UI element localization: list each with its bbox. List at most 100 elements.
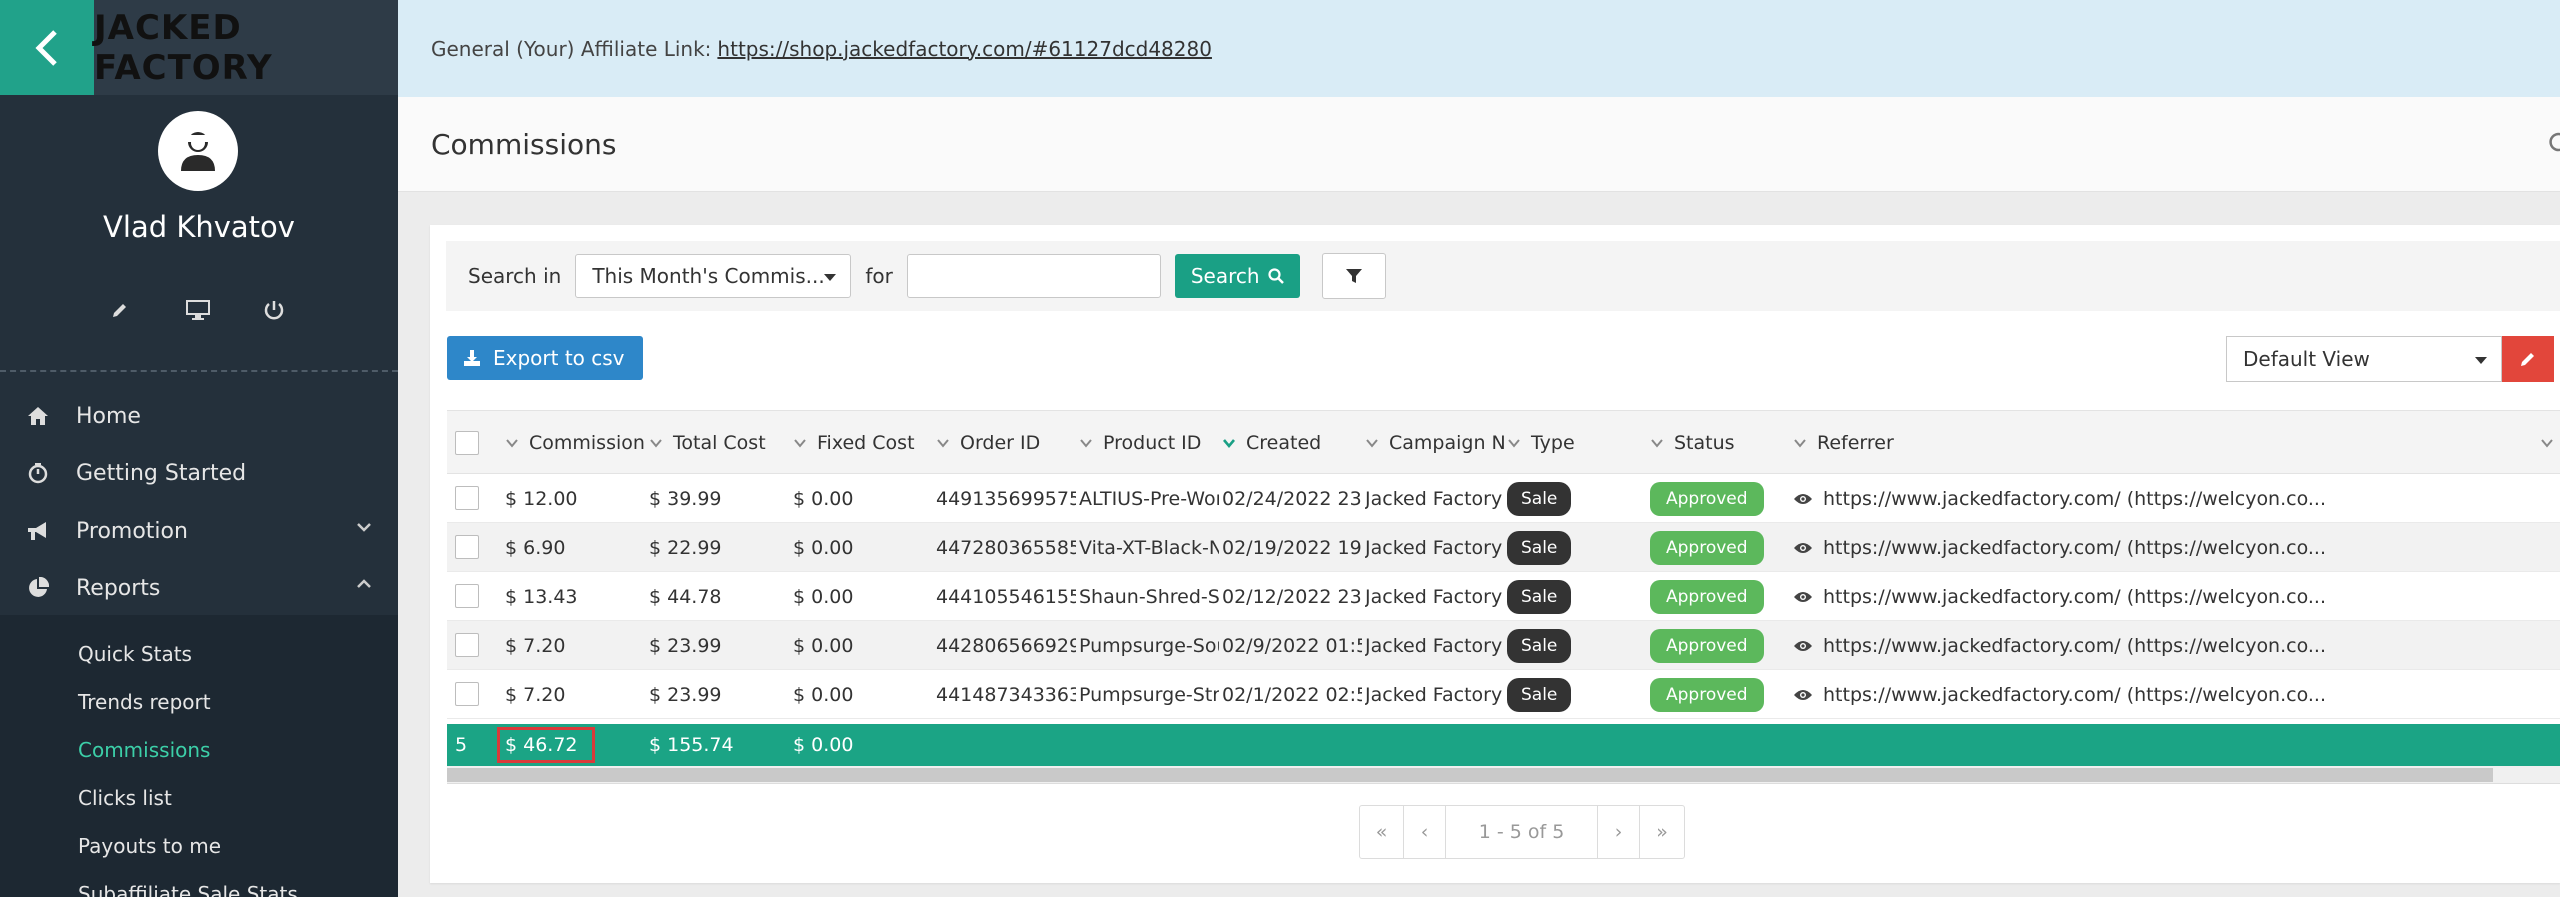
user-avatar[interactable] xyxy=(158,111,238,191)
table-row[interactable]: $ 7.20 $ 23.99 $ 0.00 4414873433635Pumpsurg… xyxy=(447,670,2560,719)
referrer-text: https://www.jackedfactory.com/ (https://… xyxy=(1823,487,2326,510)
col-status[interactable]: Status xyxy=(1650,411,1790,475)
user-icon xyxy=(181,132,215,171)
eye-icon[interactable] xyxy=(1793,688,1813,702)
col-total-cost[interactable]: Total Cost xyxy=(649,411,789,475)
refresh-icon[interactable] xyxy=(2548,131,2560,153)
export-csv-label: Export to csv xyxy=(493,346,625,370)
edit-view-button[interactable] xyxy=(2502,336,2554,382)
eye-icon[interactable] xyxy=(1793,590,1813,604)
nav-item-getting-started[interactable]: Getting Started xyxy=(0,445,398,501)
table-row[interactable]: $ 7.20 $ 23.99 $ 0.00 4428065669295Pumpsurg… xyxy=(447,621,2560,670)
sub-item-clicks-list[interactable]: Clicks list xyxy=(78,786,172,810)
desktop-button[interactable] xyxy=(183,295,213,325)
search-in-label: Search in xyxy=(468,264,562,288)
totals-fixed-cost: $ 0.00 xyxy=(793,734,854,756)
edit-profile-button[interactable] xyxy=(105,295,135,325)
view-select[interactable]: Default View xyxy=(2226,336,2502,382)
col-status-label: Status xyxy=(1674,432,1735,454)
search-button[interactable]: Search xyxy=(1174,254,1300,298)
caret-down-icon xyxy=(824,274,837,281)
pager-info: 1 - 5 of 5 xyxy=(1446,806,1598,858)
cell-created: 02/9/2022 01:59 xyxy=(1222,634,1362,657)
profile-actions xyxy=(0,295,398,325)
affiliate-link[interactable]: https://shop.jackedfactory.com/#61127dcd… xyxy=(717,37,1212,61)
pencil-icon xyxy=(2521,353,2534,366)
table-row[interactable]: $ 6.90 $ 22.99 $ 0.00 4472803655855Vita-XT-… xyxy=(447,523,2560,572)
cell-referrer[interactable]: https://www.jackedfactory.com/ (https://… xyxy=(1793,523,2353,572)
search-input[interactable] xyxy=(906,254,1161,298)
col-campaign-label: Campaign N xyxy=(1389,432,1506,454)
sub-item-subaffiliate-stats[interactable]: Subaffiliate Sale Stats xyxy=(78,882,298,897)
sub-item-commissions[interactable]: Commissions xyxy=(78,738,210,762)
row-checkbox[interactable] xyxy=(455,535,479,559)
col-campaign[interactable]: Campaign N xyxy=(1365,411,1507,475)
nav-label-getting-started: Getting Started xyxy=(76,460,247,486)
col-referrer[interactable]: Referrer xyxy=(1793,411,2193,475)
cell-created: 02/12/2022 23:22 xyxy=(1222,585,1362,608)
nav-item-reports[interactable]: Reports xyxy=(0,560,398,616)
scrollbar-thumb[interactable] xyxy=(447,768,2493,782)
row-checkbox[interactable] xyxy=(455,584,479,608)
filter-button[interactable] xyxy=(1321,253,1386,299)
cell-commission: $ 6.90 xyxy=(505,536,566,559)
table-row[interactable]: $ 13.43 $ 44.78 $ 0.00 4441055461551Shaun-S… xyxy=(447,572,2560,621)
cell-product-id: ALTIUS-Pre-Workout xyxy=(1079,487,1219,510)
cell-campaign: Jacked Factory Campaign xyxy=(1365,683,1505,706)
totals-count: 5 xyxy=(455,734,468,756)
eye-icon[interactable] xyxy=(1793,541,1813,555)
back-button[interactable] xyxy=(0,0,94,95)
cell-status: Approved xyxy=(1650,474,1790,523)
cell-type: Sale xyxy=(1507,621,1597,670)
cell-campaign: Jacked Factory Campaign xyxy=(1365,536,1505,559)
eye-icon[interactable] xyxy=(1793,639,1813,653)
col-fixed-cost[interactable]: Fixed Cost xyxy=(793,411,933,475)
horizontal-scrollbar[interactable] xyxy=(447,766,2560,784)
chevron-down-icon xyxy=(1366,439,1378,448)
cell-referrer[interactable]: https://www.jackedfactory.com/ (https://… xyxy=(1793,670,2353,719)
chevron-left-icon xyxy=(35,29,57,66)
export-csv-button[interactable]: Export to csv xyxy=(447,336,643,380)
reports-submenu: Quick Stats Trends report Commissions Cl… xyxy=(0,615,398,897)
cell-status: Approved xyxy=(1650,523,1790,572)
nav-item-home[interactable]: Home xyxy=(0,388,398,444)
row-checkbox[interactable] xyxy=(455,682,479,706)
search-scope-select[interactable]: This Month's Commis... xyxy=(575,254,852,298)
cell-commission: $ 7.20 xyxy=(505,683,566,706)
sub-item-payouts[interactable]: Payouts to me xyxy=(78,834,221,858)
table-row[interactable]: $ 12.00 $ 39.99 $ 0.00 4491356995755ALTIUS-… xyxy=(447,474,2560,523)
cell-referrer[interactable]: https://www.jackedfactory.com/ (https://… xyxy=(1793,474,2353,523)
pagination: « ‹ 1 - 5 of 5 › » xyxy=(1359,805,1685,859)
pager-next-button[interactable]: › xyxy=(1598,806,1640,858)
col-order-id[interactable]: Order ID xyxy=(936,411,1076,475)
cell-total-cost: $ 23.99 xyxy=(649,634,722,657)
col-commission[interactable]: Commission xyxy=(505,411,647,475)
col-type[interactable]: Type xyxy=(1507,411,1647,475)
affiliate-link-label: General (Your) Affiliate Link: xyxy=(431,36,712,61)
logout-button[interactable] xyxy=(259,295,289,325)
affiliate-link-bar: General (Your) Affiliate Link: https://s… xyxy=(398,0,2560,97)
sub-item-trends-report[interactable]: Trends report xyxy=(78,690,211,714)
status-badge: Approved xyxy=(1650,481,1764,516)
row-checkbox[interactable] xyxy=(455,633,479,657)
row-checkbox[interactable] xyxy=(455,486,479,510)
highlight-box xyxy=(497,727,595,763)
col-product-id[interactable]: Product ID xyxy=(1079,411,1219,475)
pager-prev-button[interactable]: ‹ xyxy=(1404,806,1446,858)
chevron-down-icon[interactable] xyxy=(2540,436,2554,450)
col-created[interactable]: Created xyxy=(1222,411,1362,475)
sub-item-quick-stats[interactable]: Quick Stats xyxy=(78,642,192,666)
col-commission-label: Commission xyxy=(529,432,645,454)
pager-first-button[interactable]: « xyxy=(1360,806,1404,858)
cell-referrer[interactable]: https://www.jackedfactory.com/ (https://… xyxy=(1793,572,2353,621)
sort-desc-icon xyxy=(1223,439,1235,449)
cell-status: Approved xyxy=(1650,572,1790,621)
select-all-checkbox[interactable] xyxy=(455,431,479,455)
pager-last-button[interactable]: » xyxy=(1640,806,1684,858)
referrer-text: https://www.jackedfactory.com/ (https://… xyxy=(1823,536,2326,559)
nav-item-promotion[interactable]: Promotion xyxy=(0,503,398,559)
cell-referrer[interactable]: https://www.jackedfactory.com/ (https://… xyxy=(1793,621,2353,670)
power-icon xyxy=(264,301,284,320)
cell-fixed-cost: $ 0.00 xyxy=(793,634,854,657)
eye-icon[interactable] xyxy=(1793,492,1813,506)
